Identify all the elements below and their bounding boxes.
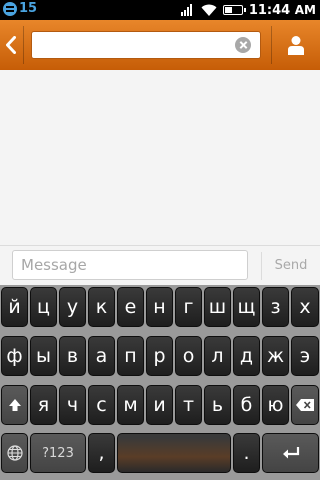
send-button[interactable]: Send	[262, 250, 320, 280]
contact-picker-button[interactable]	[272, 20, 320, 70]
period-key[interactable]: .	[233, 433, 260, 473]
key[interactable]: ц	[30, 287, 57, 327]
keyboard: й ц у к е н г ш щ з х ф ы в а п р о л д …	[0, 285, 320, 480]
globe-icon	[6, 445, 23, 461]
divider	[23, 26, 24, 64]
key[interactable]: к	[88, 287, 115, 327]
key[interactable]: д	[233, 336, 260, 376]
notification-area[interactable]: 15	[3, 2, 37, 16]
key[interactable]: х	[291, 287, 319, 327]
recipient-input[interactable]	[31, 31, 261, 59]
key[interactable]: о	[175, 336, 202, 376]
key[interactable]: г	[175, 287, 202, 327]
space-key[interactable]	[117, 433, 231, 473]
key[interactable]: ф	[1, 336, 28, 376]
key[interactable]: у	[59, 287, 86, 327]
status-bar: 15 11:44 AM	[0, 0, 320, 20]
key[interactable]: ы	[30, 336, 57, 376]
contact-icon	[288, 36, 304, 55]
key[interactable]: ь	[204, 385, 231, 425]
key[interactable]: р	[146, 336, 173, 376]
key[interactable]: з	[262, 287, 289, 327]
key[interactable]: л	[204, 336, 231, 376]
key[interactable]: э	[291, 336, 319, 376]
key[interactable]: а	[88, 336, 115, 376]
key[interactable]: ш	[204, 287, 231, 327]
signal-icon	[180, 4, 193, 16]
key[interactable]: й	[1, 287, 28, 327]
key[interactable]: ч	[59, 385, 86, 425]
notification-count: 15	[19, 1, 38, 16]
key[interactable]: щ	[233, 287, 260, 327]
key[interactable]: е	[117, 287, 144, 327]
key[interactable]: с	[88, 385, 115, 425]
comma-key[interactable]: ,	[88, 433, 115, 473]
battery-icon	[222, 5, 246, 15]
backspace-icon	[296, 399, 314, 411]
key[interactable]: и	[146, 385, 173, 425]
clear-icon[interactable]	[235, 37, 251, 53]
message-input[interactable]	[12, 250, 248, 280]
key[interactable]: б	[233, 385, 260, 425]
backspace-key[interactable]	[291, 385, 319, 425]
back-icon	[6, 36, 16, 54]
enter-key[interactable]	[262, 433, 319, 473]
header-bar	[0, 20, 320, 70]
shift-key[interactable]	[1, 385, 28, 425]
back-button[interactable]	[0, 20, 22, 70]
key[interactable]: н	[146, 287, 173, 327]
wifi-icon	[201, 4, 217, 16]
key[interactable]: т	[175, 385, 202, 425]
language-key[interactable]	[1, 433, 28, 473]
key[interactable]: п	[117, 336, 144, 376]
notification-icon	[3, 2, 17, 16]
clock: 11:44 AM	[248, 2, 316, 18]
key[interactable]: м	[117, 385, 144, 425]
key[interactable]: ж	[262, 336, 289, 376]
enter-icon	[282, 447, 299, 459]
key[interactable]: я	[30, 385, 57, 425]
shift-icon	[8, 399, 21, 411]
symbols-key[interactable]: ?123	[30, 433, 86, 473]
key[interactable]: ю	[262, 385, 289, 425]
message-thread	[0, 70, 320, 245]
key[interactable]: в	[59, 336, 86, 376]
compose-bar: Send	[0, 245, 320, 285]
